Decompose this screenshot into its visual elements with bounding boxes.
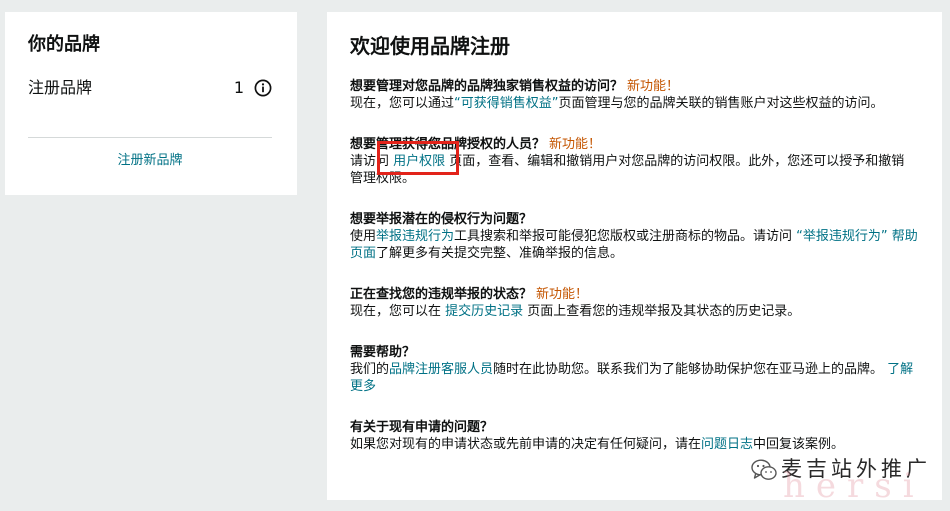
section-heading-row: 需要帮助？ (350, 344, 919, 361)
link-report-violation-help-page[interactable]: 页面 (350, 246, 376, 261)
new-feature-badge: 新功能！ (627, 79, 680, 94)
divider (28, 137, 272, 138)
section-text: 随时在此协助您。联系我们为了能够协助保护您在亚马逊上的品牌。 (493, 362, 888, 377)
section-text: 中回复该案例。 (753, 437, 845, 452)
section-text: 页面上查看您的违规举报及其状态的历史记录。 (523, 304, 801, 319)
section-heading-row: 正在查找您的违规举报的状态？ 新功能！ (350, 286, 919, 303)
section-text: 现在，您可以通过 (350, 96, 455, 111)
section-heading: 需要帮助？ (350, 345, 416, 360)
welcome-card: 欢迎使用品牌注册 想要管理对您品牌的品牌独家销售权益的访问？ 新功能！ 现在，您可… (327, 12, 942, 500)
section-report-infringement: 想要举报潜在的侵权行为问题？ 使用举报违规行为工具搜索和举报可能侵犯您版权或注册… (350, 211, 919, 262)
section-text: 页面，查看、编辑和撤销用户对您品牌的访问权限。此外，您还可以授予和撤销 (445, 154, 905, 169)
section-text: 管理权限。 (350, 171, 416, 186)
link-report-violation-tool[interactable]: 举报违规行为 (376, 229, 454, 244)
brands-card-title: 你的品牌 (28, 34, 100, 55)
new-feature-badge: 新功能！ (549, 137, 602, 152)
section-text-line: 页面了解更多有关提交完整、准确举报的信息。 (350, 245, 919, 262)
link-case-log[interactable]: 问题日志 (701, 437, 753, 452)
section-text: 使用 (350, 229, 377, 244)
section-report-status: 正在查找您的违规举报的状态？ 新功能！ 现在，您可以在 提交历史记录 页面上查看您… (350, 286, 919, 320)
register-new-brand-link[interactable]: 注册新品牌 (28, 151, 272, 171)
watermark-account-name: 麦吉站外推广 (781, 457, 931, 481)
wechat-icon (751, 459, 777, 481)
section-text-line: 请访问 用户权限 页面，查看、编辑和撤销用户对您品牌的访问权限。此外，您还可以授… (350, 153, 919, 170)
info-icon[interactable] (254, 79, 272, 97)
section-text: 请访问 (350, 154, 394, 169)
section-need-help: 需要帮助？ 我们的品牌注册客服人员随时在此协助您。联系我们为了能够协助保护您在亚… (350, 344, 919, 395)
registered-brands-row: 注册品牌 1 (28, 76, 272, 100)
section-text: 页面管理与您的品牌关联的销售账户对这些权益的访问。 (558, 96, 884, 111)
section-heading: 想要举报潜在的侵权行为问题？ (350, 212, 533, 227)
section-text: 我们的 (350, 362, 390, 377)
link-report-violation-help[interactable]: “举报违规行为” 帮助 (796, 229, 918, 244)
section-heading: 想要管理对您品牌的品牌独家销售权益的访问？ (350, 79, 624, 94)
registered-brands-label: 注册品牌 (28, 78, 93, 97)
section-text: 工具搜索和举报可能侵犯您版权或注册商标的物品。请访问 (454, 229, 797, 244)
section-heading-row: 有关于现有申请的问题？ (350, 419, 919, 436)
section-heading: 正在查找您的违规举报的状态？ (350, 287, 533, 302)
section-heading-row: 想要举报潜在的侵权行为问题？ (350, 211, 919, 228)
section-heading: 有关于现有申请的问题？ (350, 420, 494, 435)
page-title: 欢迎使用品牌注册 (350, 34, 510, 58)
section-text-line: 我们的品牌注册客服人员随时在此协助您。联系我们为了能够协助保护您在亚马逊上的品牌… (350, 361, 919, 378)
section-user-permissions: 想要管理获得您品牌授权的人员？ 新功能！ 请访问 用户权限 页面，查看、编辑和撤销… (350, 136, 919, 187)
section-heading: 想要管理获得您品牌授权的人员？ (350, 137, 546, 152)
link-submission-history[interactable]: 提交历史记录 (445, 304, 523, 319)
section-text: 了解更多有关提交完整、准确举报的信息。 (376, 246, 624, 261)
registered-brands-count: 1 (233, 78, 244, 97)
your-brands-card: 你的品牌 注册品牌 1 注册新品牌 (5, 12, 297, 195)
new-feature-badge: 新功能！ (536, 287, 589, 302)
section-text-line: 使用举报违规行为工具搜索和举报可能侵犯您版权或注册商标的物品。请访问 “举报违规… (350, 228, 919, 245)
link-brand-registry-support[interactable]: 品牌注册客服人员 (389, 362, 493, 377)
section-text: 如果您对现有的申请状态或先前申请的决定有任何疑问，请在 (350, 437, 702, 452)
section-existing-applications: 有关于现有申请的问题？ 如果您对现有的申请状态或先前申请的决定有任何疑问，请在问… (350, 419, 919, 453)
section-text-line: 现在，您可以在 提交历史记录 页面上查看您的违规举报及其状态的历史记录。 (350, 303, 919, 320)
link-available-sales-rights[interactable]: “可获得销售权益” (454, 96, 558, 111)
section-text-line: 现在，您可以通过“可获得销售权益”页面管理与您的品牌关联的销售账户对这些权益的访… (350, 95, 919, 112)
section-heading-row: 想要管理获得您品牌授权的人员？ 新功能！ (350, 136, 919, 153)
link-user-permissions[interactable]: 用户权限 (393, 154, 445, 169)
info-sections: 想要管理对您品牌的品牌独家销售权益的访问？ 新功能！ 现在，您可以通过“可获得销售… (350, 78, 919, 453)
link-learn-more[interactable]: 了解 (887, 362, 913, 377)
section-text-line: 如果您对现有的申请状态或先前申请的决定有任何疑问，请在问题日志中回复该案例。 (350, 436, 919, 453)
section-text-line: 更多 (350, 378, 919, 395)
section-heading-row: 想要管理对您品牌的品牌独家销售权益的访问？ 新功能！ (350, 78, 919, 95)
section-sales-rights: 想要管理对您品牌的品牌独家销售权益的访问？ 新功能！ 现在，您可以通过“可获得销售… (350, 78, 919, 112)
link-learn-more-continued[interactable]: 更多 (350, 379, 376, 394)
section-text-line: 管理权限。 (350, 170, 919, 187)
section-text: 现在，您可以在 (350, 304, 446, 319)
